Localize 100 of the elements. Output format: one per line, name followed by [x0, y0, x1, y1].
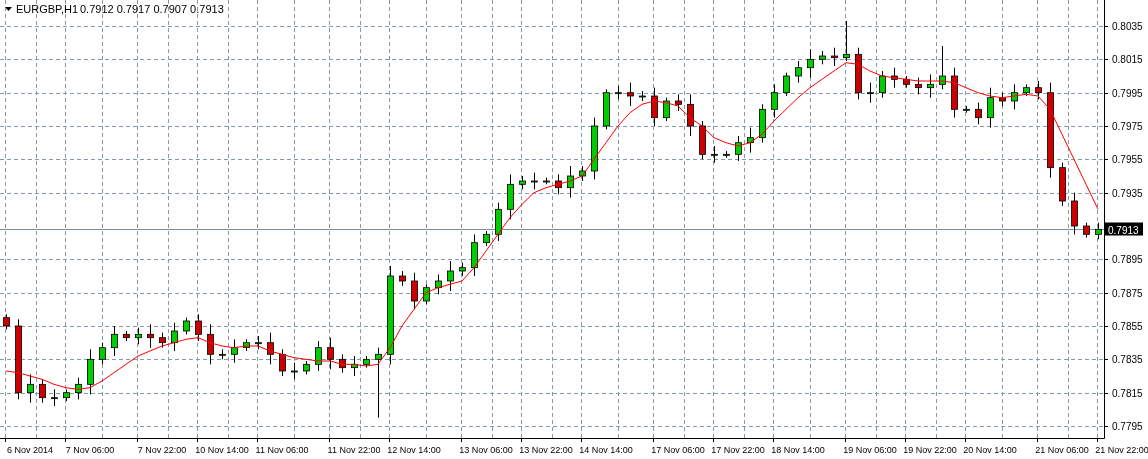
time-axis-label: 10 Nov 14:00: [195, 445, 249, 455]
candle: [711, 145, 718, 164]
candle: [3, 313, 10, 330]
price-axis-label: 0.7975: [1112, 121, 1143, 132]
candle: [303, 360, 310, 375]
candle: [399, 270, 406, 287]
time-axis-label: 14 Nov 14:00: [579, 445, 633, 455]
candle: [39, 378, 46, 404]
candle: [783, 72, 790, 97]
candle: [219, 348, 226, 360]
time-axis-label: 17 Nov 06:00: [651, 445, 705, 455]
candle: [375, 347, 382, 419]
candle: [639, 90, 646, 102]
time-axis-label: 12 Nov 14:00: [387, 445, 441, 455]
candle: [843, 20, 850, 62]
candle: [591, 117, 598, 180]
candle: [507, 173, 514, 220]
candle: [315, 340, 322, 372]
candle: [279, 348, 286, 377]
candle: [447, 260, 454, 292]
candle: [291, 362, 298, 380]
candle: [579, 165, 586, 182]
candle: [363, 355, 370, 369]
candle: [723, 150, 730, 159]
candle: [951, 67, 958, 119]
candle: [195, 313, 202, 342]
candle: [171, 322, 178, 352]
candle: [531, 172, 538, 190]
candle: [807, 48, 814, 79]
candle: [75, 377, 82, 400]
time-axis-label: 13 Nov 22:00: [519, 445, 573, 455]
candle: [183, 317, 190, 335]
candle: [1071, 192, 1078, 235]
candle: [255, 335, 262, 350]
candle: [63, 388, 70, 402]
candle: [651, 87, 658, 127]
candle: [495, 202, 502, 242]
candle: [543, 177, 550, 185]
candle: [111, 325, 118, 357]
candle: [903, 75, 910, 89]
price-axis-label: 0.7935: [1112, 187, 1143, 199]
candle: [699, 120, 706, 160]
candle: [147, 323, 154, 349]
candle: [687, 93, 694, 137]
candle: [735, 135, 742, 162]
time-axis-label: 18 Nov 14:00: [771, 445, 825, 455]
time-axis-label: 7 Nov 06:00: [65, 445, 115, 455]
candle: [663, 97, 670, 122]
candle: [891, 67, 898, 89]
candle: [1011, 83, 1018, 110]
candle: [603, 88, 610, 130]
time-axis-label: 19 Nov 22:00: [903, 445, 957, 455]
candle: [1083, 222, 1090, 239]
candle: [327, 337, 334, 370]
time-axis-label: 11 Nov 06:00: [255, 445, 309, 455]
candle: [339, 353, 346, 374]
candle: [915, 77, 922, 95]
candle: [963, 105, 970, 114]
candle: [519, 175, 526, 190]
price-axis-label: 0.7875: [1112, 287, 1143, 299]
time-axis-label: 19 Nov 06:00: [843, 445, 897, 455]
candle: [831, 47, 838, 67]
time-axis-label: 21 Nov 06:00: [1035, 445, 1089, 455]
candle: [267, 332, 274, 365]
candle: [471, 233, 478, 277]
price-axis-label: 0.7855: [1112, 321, 1143, 332]
candle: [939, 45, 946, 90]
time-axis-label: 6 Nov 2014: [7, 445, 53, 455]
candle: [819, 50, 826, 65]
symbol-title: EURGBP,H1: [16, 3, 79, 15]
dropdown-icon[interactable]: [5, 7, 12, 11]
candle: [567, 165, 574, 199]
time-axis-label: 17 Nov 22:00: [711, 445, 765, 455]
price-axis-label: 0.7835: [1112, 354, 1143, 366]
candle: [759, 103, 766, 144]
candle: [351, 355, 358, 377]
time-axis-label: 11 Nov 22:00: [327, 445, 381, 455]
candle: [1023, 83, 1030, 97]
candle: [135, 327, 142, 345]
current-price-label: 0.7913: [1105, 222, 1143, 236]
candle: [975, 102, 982, 125]
time-axis-label: 20 Nov 14:00: [963, 445, 1017, 455]
candle: [99, 342, 106, 365]
candle: [675, 93, 682, 112]
candle: [483, 230, 490, 247]
price-axis-label: 0.7995: [1112, 87, 1143, 99]
price-axis-label: 0.7815: [1112, 387, 1143, 399]
candle: [555, 173, 562, 195]
price-axis-label: 0.7795: [1112, 421, 1143, 432]
candle: [87, 348, 94, 395]
ohlc-quote: 0.7912 0.7917 0.7907 0.7913: [80, 3, 224, 15]
candle: [879, 70, 886, 99]
candle: [411, 272, 418, 310]
candle: [207, 323, 214, 365]
candle: [999, 92, 1006, 107]
candle: [423, 283, 430, 305]
candle: [627, 82, 634, 107]
price-axis-label: 0.8015: [1112, 54, 1143, 66]
candle: [123, 330, 130, 342]
time-axis-label: 7 Nov 22:00: [137, 445, 187, 455]
